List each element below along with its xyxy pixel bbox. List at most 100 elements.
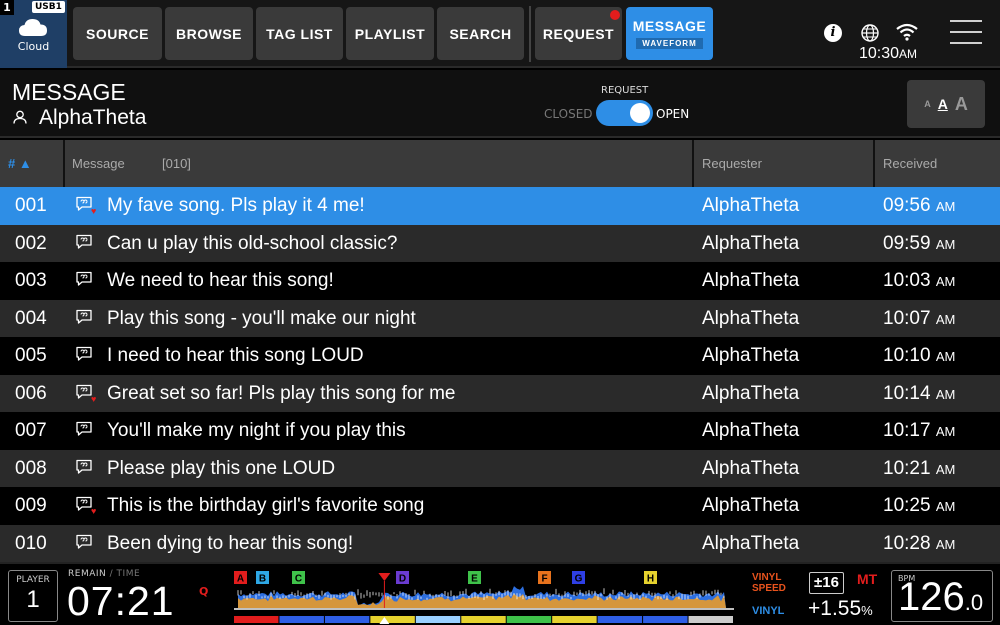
- received-time: 10:25 AM: [883, 487, 955, 525]
- bpm-integer: 126: [898, 575, 965, 619]
- message-row[interactable]: 006 ♥ Great set so far! Pls play this song…: [0, 374, 1000, 413]
- received-clock: 10:25: [883, 495, 931, 516]
- received-clock: 10:10: [883, 345, 931, 366]
- row-number: 009: [15, 495, 47, 516]
- heart-icon: ♥: [91, 506, 97, 516]
- message-column-header[interactable]: Message: [72, 140, 125, 187]
- message-text: This is the birthday girl's favorite son…: [107, 495, 425, 516]
- font-size-medium[interactable]: A: [938, 96, 948, 112]
- chat-bubble-icon: [76, 309, 92, 324]
- tempo-number: +1.55: [808, 597, 862, 620]
- master-tempo: MT: [857, 571, 878, 587]
- requester-column-header[interactable]: Requester: [702, 140, 762, 187]
- tag-list-tab[interactable]: TAG LIST: [256, 7, 343, 60]
- bpm-display: BPM 126.0: [891, 570, 993, 622]
- received-ampm: AM: [935, 349, 956, 364]
- message-text: Can u play this old-school classic?: [107, 232, 398, 254]
- font-size-small[interactable]: A: [924, 99, 931, 109]
- received-time: 10:07 AM: [883, 300, 955, 338]
- message-icon: ♥: [75, 496, 97, 516]
- received-time: 10:28 AM: [883, 525, 955, 563]
- tempo-value: +1.55%: [808, 597, 873, 621]
- playlist-tab[interactable]: PLAYLIST: [346, 7, 434, 60]
- requester-name: AlphaTheta: [702, 382, 800, 404]
- message-row[interactable]: 010 Been dying to hear this song! AlphaThe…: [0, 524, 1000, 563]
- received-ampm: AM: [935, 499, 956, 514]
- search-tab[interactable]: SEARCH: [437, 7, 524, 60]
- request-toggle[interactable]: [596, 100, 653, 126]
- received-time: 10:17 AM: [883, 412, 955, 450]
- top-bar: 1 USB1 Cloud SOURCE BROWSE TAG LIST PLAY…: [0, 0, 1000, 68]
- message-text: Great set so far! Pls play this song for…: [107, 382, 456, 404]
- phrase-segment: [552, 616, 597, 623]
- tempo-range[interactable]: ±16: [809, 572, 844, 594]
- usb-badge: USB1: [32, 1, 65, 13]
- message-row[interactable]: 001 ♥ My fave song. Pls play it 4 me! Alpha…: [0, 187, 1000, 225]
- received-column-header[interactable]: Received: [883, 140, 937, 187]
- browse-tab[interactable]: BROWSE: [165, 7, 253, 60]
- requester-name: AlphaTheta: [702, 345, 800, 366]
- requester-name: AlphaTheta: [702, 495, 800, 516]
- chat-bubble-icon: [76, 346, 92, 361]
- vinyl-speed-adjust: VINYL SPEED: [752, 572, 786, 594]
- remaining-time: 07:21: [67, 578, 175, 624]
- waveform-sublabel: WAVEFORM: [636, 38, 703, 49]
- message-text: Play this song - you'll make our night: [107, 307, 416, 329]
- received-ampm: AM: [935, 199, 956, 214]
- chat-bubble-icon: [76, 234, 92, 249]
- message-row[interactable]: 004 Play this song - you'll make our nigh…: [0, 299, 1000, 338]
- closed-label: CLOSED: [544, 107, 593, 121]
- menu-icon[interactable]: [950, 20, 982, 46]
- cloud-icon: [19, 19, 47, 36]
- message-icon: ♥: [75, 196, 96, 216]
- received-clock: 10:14: [883, 382, 931, 404]
- received-time: 10:14 AM: [883, 375, 955, 413]
- message-row[interactable]: 002 Can u play this old-school classic? Al…: [0, 224, 1000, 263]
- source-tab[interactable]: SOURCE: [73, 7, 162, 60]
- sort-number-column[interactable]: # ▲: [8, 140, 32, 187]
- message-tab[interactable]: MESSAGE WAVEFORM: [626, 7, 713, 60]
- received-clock: 10:07: [883, 307, 931, 329]
- message-icon: [75, 421, 93, 441]
- hot-cue-e: E: [468, 571, 481, 585]
- globe-icon[interactable]: [861, 24, 879, 42]
- chat-bubble-icon: [76, 459, 92, 474]
- request-tab[interactable]: REQUEST: [535, 7, 622, 60]
- info-icon[interactable]: i: [824, 24, 842, 42]
- message-text: My fave song. Pls play it 4 me!: [107, 195, 365, 216]
- page-header: MESSAGE AlphaTheta REQUEST CLOSED OPEN A…: [0, 70, 1000, 138]
- requester-name: AlphaTheta: [702, 457, 800, 479]
- message-row[interactable]: 003 We need to hear this song! AlphaTheta 1…: [0, 262, 1000, 300]
- message-row[interactable]: 008 Please play this one LOUD AlphaTheta 10…: [0, 449, 1000, 487]
- table-header: # ▲ Message [010] Requester Received: [0, 140, 1000, 187]
- message-icon: [75, 271, 93, 291]
- requester-name: AlphaTheta: [702, 232, 800, 254]
- message-icon: ♥: [75, 384, 96, 404]
- hot-cue-letter: H: [647, 574, 654, 585]
- received-clock: 10:03: [883, 270, 931, 291]
- phrase-segment: [597, 616, 643, 623]
- phrase-segment: [688, 616, 733, 623]
- message-icon: [75, 234, 93, 254]
- message-text: Please play this one LOUD: [107, 457, 336, 479]
- request-toggle-label: REQUEST: [601, 85, 649, 96]
- received-clock: 10:21: [883, 457, 931, 479]
- message-row[interactable]: 007 You'll make my night if you play this…: [0, 412, 1000, 450]
- phrase-segment: [279, 616, 324, 623]
- chat-bubble-icon: [76, 271, 92, 286]
- message-row[interactable]: 009 ♥ This is the birthday girl's favorite…: [0, 487, 1000, 525]
- cloud-source-button[interactable]: 1 USB1 Cloud: [0, 0, 67, 68]
- chat-bubble-icon: [76, 421, 92, 436]
- bpm-value: 126.0: [898, 575, 983, 620]
- row-number: 008: [15, 457, 47, 479]
- player-number: 1: [26, 586, 40, 613]
- hot-cue-f: F: [538, 571, 551, 585]
- message-row[interactable]: 005 I need to hear this song LOUD AlphaThe…: [0, 337, 1000, 375]
- received-ampm: AM: [935, 236, 956, 252]
- waveform-overview[interactable]: A B C D E F G H: [226, 567, 740, 625]
- player-indicator: PLAYER 1: [8, 570, 58, 622]
- row-number: 010: [15, 532, 47, 554]
- font-size-selector[interactable]: A A A: [907, 80, 985, 128]
- font-size-large[interactable]: A: [955, 94, 968, 115]
- received-time: 09:59 AM: [883, 225, 955, 263]
